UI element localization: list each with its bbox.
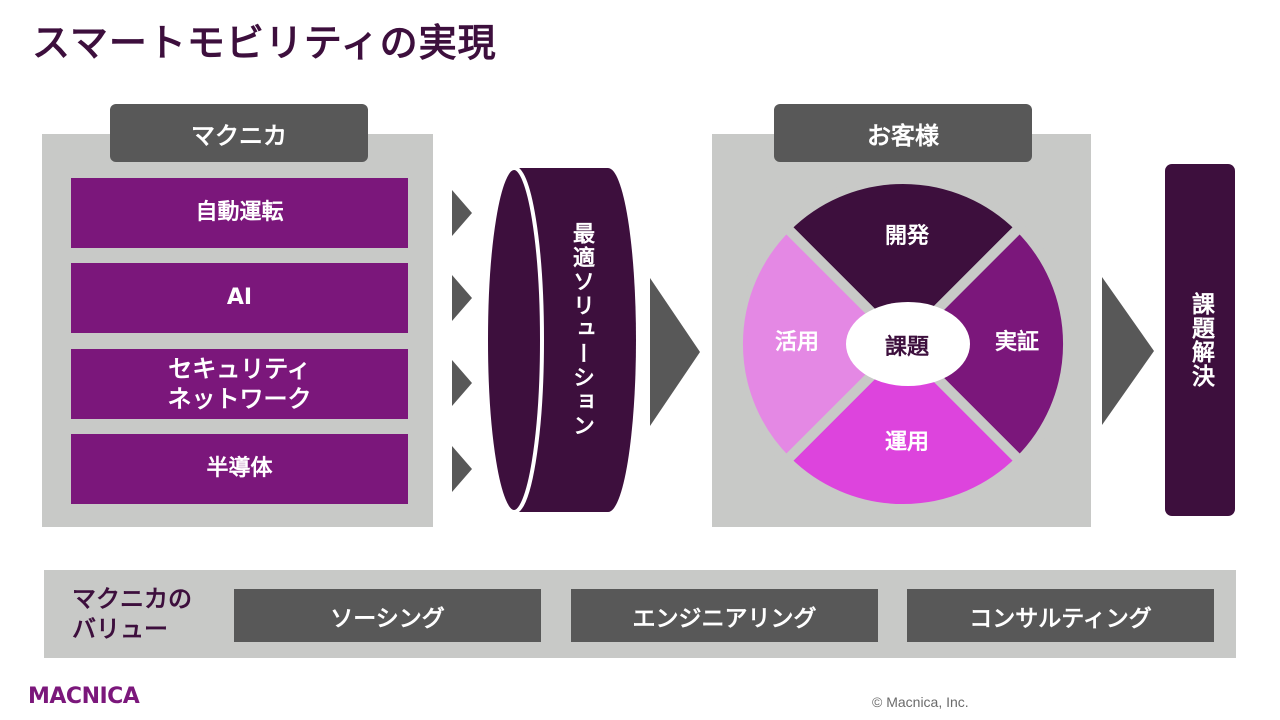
value-consulting: コンサルティング (907, 589, 1214, 642)
cycle-operation: 運用 (884, 430, 929, 455)
tech-ai: AI (71, 263, 408, 333)
cycle-utilization: 活用 (774, 330, 819, 355)
macnica-logo: MACNICA (28, 684, 140, 709)
arrow-right-icon (1102, 277, 1154, 425)
macnica-header: マクニカ (110, 104, 368, 162)
cycle-development: 開発 (884, 224, 929, 249)
value-label: マクニカの バリュー (72, 585, 192, 643)
tech-autonomous-driving: 自動運転 (71, 178, 408, 248)
arrow-right-icon (650, 278, 700, 426)
page-title: スマートモビリティの実現 (32, 21, 497, 65)
value-engineering: エンジニアリング (571, 589, 878, 642)
tech-semiconductor: 半導体 (71, 434, 408, 504)
resolution-box: 課題解決 (1165, 164, 1235, 516)
copyright: © Macnica, Inc. (872, 694, 969, 710)
cycle-center-issue: 課題 (884, 335, 929, 360)
resolution-label: 課題解決 (1187, 292, 1214, 388)
solution-label: 最適ソリューション (569, 222, 594, 438)
arrow-small-icon (452, 275, 472, 321)
cycle-verification: 実証 (994, 330, 1039, 355)
arrow-small-icon (452, 446, 472, 492)
arrow-small-icon (452, 190, 472, 236)
arrow-small-icon (452, 360, 472, 406)
value-sourcing: ソーシング (234, 589, 541, 642)
tech-security-network: セキュリティ ネットワーク (71, 349, 408, 419)
